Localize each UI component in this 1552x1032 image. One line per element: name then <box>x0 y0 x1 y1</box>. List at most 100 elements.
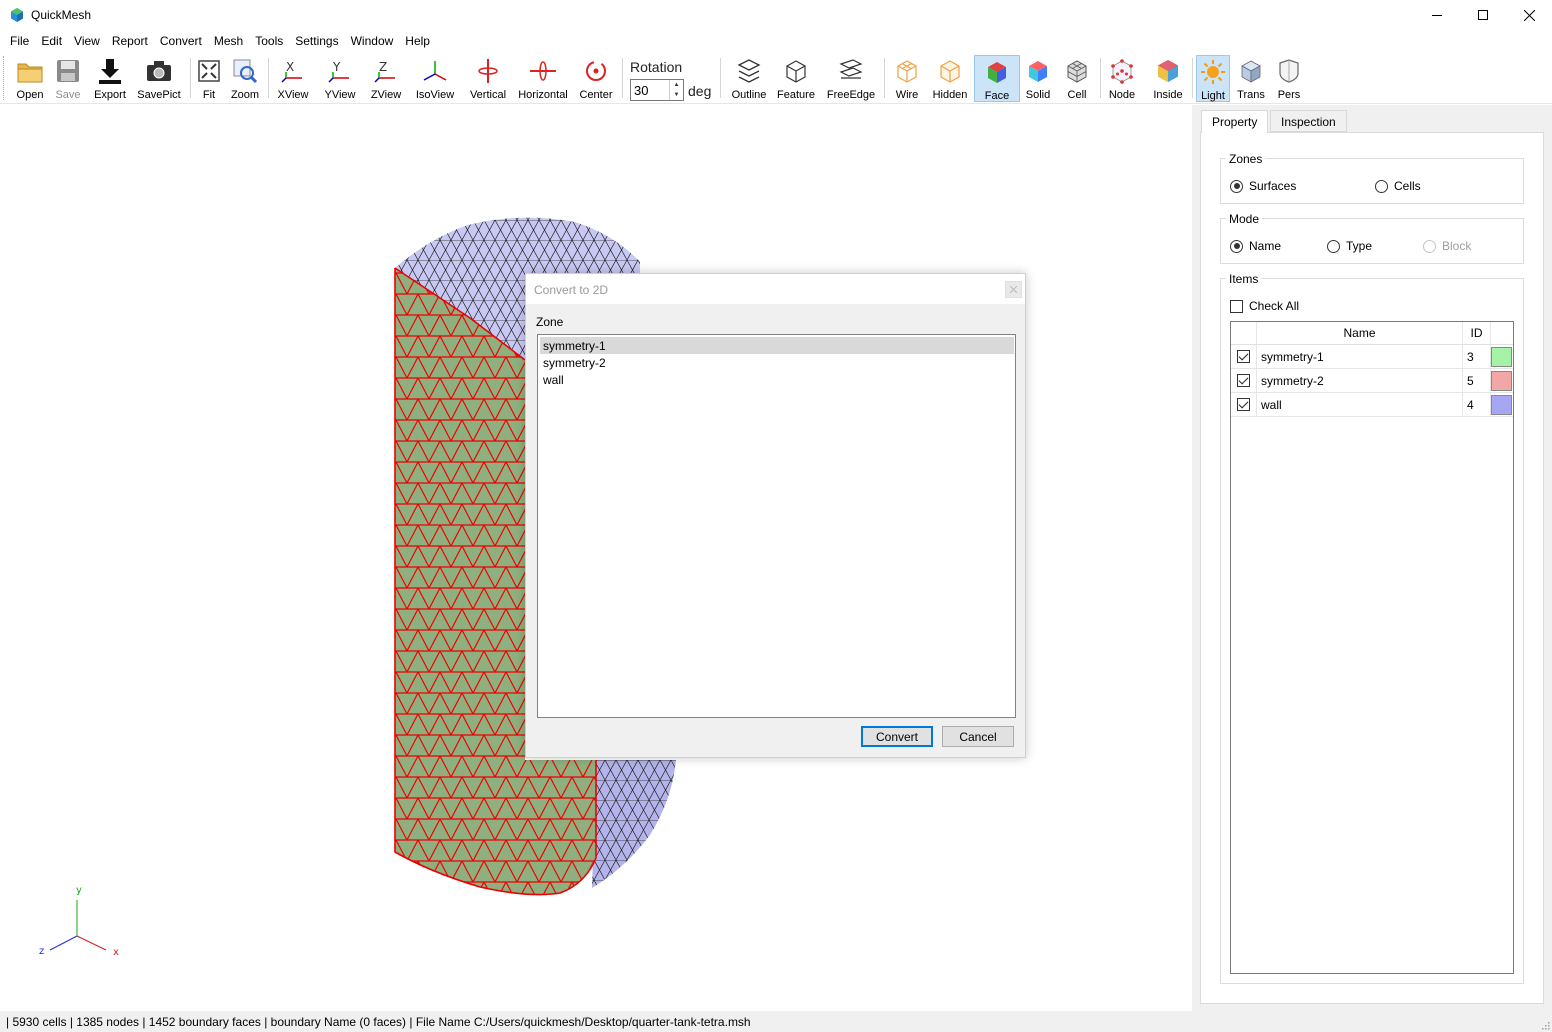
trans-button[interactable]: Trans <box>1234 55 1268 102</box>
rotation-spinbox[interactable]: ▲ ▼ <box>630 79 684 101</box>
outline-button[interactable]: Outline <box>728 55 770 102</box>
minimize-button[interactable] <box>1414 0 1460 30</box>
toolbar-grip[interactable] <box>3 56 6 100</box>
horizontal-button[interactable]: Horizontal <box>516 55 570 102</box>
spin-down-icon[interactable]: ▼ <box>670 90 683 100</box>
menu-tools[interactable]: Tools <box>249 31 289 53</box>
horizontal-rotate-icon <box>530 61 556 81</box>
menu-file[interactable]: File <box>4 31 35 53</box>
row-id-cell: 4 <box>1463 393 1491 416</box>
radio-selected-icon <box>1230 239 1243 253</box>
zone-color-swatch[interactable] <box>1491 395 1512 415</box>
table-row[interactable]: symmetry-1 3 <box>1231 345 1513 369</box>
zone-color-swatch[interactable] <box>1491 347 1512 367</box>
zone-listbox[interactable]: symmetry-1 symmetry-2 wall <box>537 334 1016 718</box>
light-button[interactable]: Light <box>1196 55 1230 102</box>
menu-report[interactable]: Report <box>106 31 154 53</box>
tab-inspection[interactable]: Inspection <box>1270 110 1347 132</box>
svg-text:Z: Z <box>379 60 387 74</box>
freeedge-button[interactable]: FreeEdge <box>824 55 878 102</box>
rotation-spin-arrows[interactable]: ▲ ▼ <box>669 80 683 100</box>
toolbar-separator <box>720 58 721 98</box>
column-header-id[interactable]: ID <box>1463 322 1491 344</box>
dialog-title: Convert to 2D <box>534 283 609 297</box>
hidden-button[interactable]: Hidden <box>930 55 970 102</box>
light-icon <box>1201 60 1225 84</box>
wire-button[interactable]: Wire <box>890 55 924 102</box>
cancel-button[interactable]: Cancel <box>942 726 1014 747</box>
node-icon <box>1111 59 1133 84</box>
open-button[interactable]: Open <box>12 55 48 102</box>
quickmesh-logo-icon <box>11 8 23 22</box>
feature-button[interactable]: Feature <box>774 55 818 102</box>
table-row[interactable]: symmetry-2 5 <box>1231 369 1513 393</box>
tab-property[interactable]: Property <box>1201 110 1269 133</box>
yview-button[interactable]: Y YView <box>320 55 360 102</box>
zoom-button[interactable]: Zoom <box>228 55 262 102</box>
pers-button[interactable]: Pers <box>1272 55 1306 102</box>
menu-convert[interactable]: Convert <box>154 31 208 53</box>
folder-icon <box>17 63 43 83</box>
mode-name-radio[interactable]: Name <box>1230 239 1281 253</box>
hidden-icon <box>940 60 960 83</box>
zone-color-swatch[interactable] <box>1491 371 1512 391</box>
list-item[interactable]: symmetry-2 <box>540 354 1014 371</box>
check-all-checkbox[interactable]: Check All <box>1230 299 1299 313</box>
dialog-close-button[interactable] <box>1005 281 1022 298</box>
face-button[interactable]: Face <box>974 55 1020 102</box>
center-button[interactable]: Center <box>576 55 616 102</box>
floppy-icon <box>57 60 79 82</box>
maximize-button[interactable] <box>1460 0 1506 30</box>
savepict-button[interactable]: SavePict <box>136 55 182 102</box>
solid-button[interactable]: Solid <box>1022 55 1054 102</box>
resize-grip-icon[interactable] <box>1540 1020 1550 1030</box>
table-row[interactable]: wall 4 <box>1231 393 1513 417</box>
toolbar-separator <box>622 58 623 98</box>
column-header-name[interactable]: Name <box>1257 322 1463 344</box>
z-axis-icon: Z <box>374 60 395 83</box>
cell-button[interactable]: Cell <box>1060 55 1094 102</box>
menu-mesh[interactable]: Mesh <box>208 31 249 53</box>
close-button[interactable] <box>1506 0 1552 30</box>
status-bar: | 5930 cells | 1385 nodes | 1452 boundar… <box>0 1011 1552 1032</box>
rotation-input[interactable] <box>631 80 669 100</box>
menu-window[interactable]: Window <box>345 31 400 53</box>
spin-up-icon[interactable]: ▲ <box>670 80 683 90</box>
free-edge-icon <box>839 59 863 79</box>
menu-edit[interactable]: Edit <box>35 31 68 53</box>
row-check-cell[interactable] <box>1231 393 1257 416</box>
toolbar-separator <box>884 58 885 98</box>
iso-axis-icon <box>423 61 447 81</box>
cell-icon <box>1067 60 1087 83</box>
menu-view[interactable]: View <box>68 31 106 53</box>
list-item[interactable]: wall <box>540 371 1014 388</box>
vertical-button[interactable]: Vertical <box>466 55 510 102</box>
zview-button[interactable]: Z ZView <box>366 55 406 102</box>
menu-help[interactable]: Help <box>399 31 436 53</box>
xview-button[interactable]: X XView <box>274 55 312 102</box>
trans-icon <box>1241 60 1261 83</box>
save-button[interactable]: Save <box>50 55 86 102</box>
row-check-cell[interactable] <box>1231 345 1257 368</box>
checkbox-checked-icon <box>1237 350 1250 363</box>
mode-type-radio[interactable]: Type <box>1327 239 1372 253</box>
dialog-title-bar[interactable]: Convert to 2D <box>526 274 1025 304</box>
inside-button[interactable]: Inside <box>1148 55 1188 102</box>
close-icon <box>1010 286 1017 293</box>
toolbar-separator <box>190 58 191 98</box>
radio-unselected-icon <box>1375 179 1388 193</box>
isoview-button[interactable]: IsoView <box>412 55 458 102</box>
svg-text:X: X <box>286 60 294 74</box>
node-button[interactable]: Node <box>1104 55 1140 102</box>
fit-button[interactable]: Fit <box>194 55 224 102</box>
zones-group-title: Zones <box>1226 152 1266 166</box>
zones-cells-radio[interactable]: Cells <box>1375 179 1421 193</box>
list-item[interactable]: symmetry-1 <box>540 337 1014 354</box>
row-check-cell[interactable] <box>1231 369 1257 392</box>
export-button[interactable]: Export <box>90 55 130 102</box>
menu-bar: File Edit View Report Convert Mesh Tools… <box>0 31 1552 53</box>
menu-settings[interactable]: Settings <box>289 31 344 53</box>
convert-button[interactable]: Convert <box>861 726 933 747</box>
zones-surfaces-radio[interactable]: Surfaces <box>1230 179 1296 193</box>
outline-icon <box>737 59 761 83</box>
